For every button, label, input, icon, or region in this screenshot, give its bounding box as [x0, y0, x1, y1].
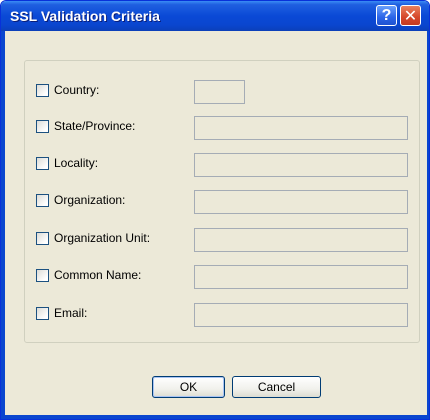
state-province-field	[194, 116, 408, 140]
country-checkbox[interactable]	[36, 84, 49, 97]
common-name-checkbox[interactable]	[36, 269, 49, 282]
ok-button[interactable]: OK	[152, 376, 225, 398]
common-name-label: Common Name:	[54, 268, 142, 282]
criteria-row-state-province: State/Province:	[36, 116, 408, 140]
cancel-button[interactable]: Cancel	[232, 376, 321, 398]
help-icon[interactable]: ?	[376, 5, 397, 26]
criteria-row-email: Email:	[36, 303, 408, 327]
criteria-row-common-name: Common Name:	[36, 265, 408, 289]
email-field	[194, 303, 408, 327]
organization-unit-checkbox[interactable]	[36, 232, 49, 245]
email-checkbox[interactable]	[36, 307, 49, 320]
locality-label: Locality:	[54, 156, 99, 170]
window-border-left	[1, 31, 5, 419]
organization-label: Organization:	[54, 193, 126, 207]
email-label: Email:	[54, 306, 88, 320]
criteria-row-locality: Locality:	[36, 153, 408, 177]
criteria-row-country: Country:	[36, 80, 408, 104]
organization-unit-field	[194, 228, 408, 252]
criteria-row-organization: Organization:	[36, 190, 408, 214]
window-title: SSL Validation Criteria	[10, 8, 160, 24]
organization-field	[194, 190, 408, 214]
window-border-bottom	[1, 415, 429, 419]
state-province-checkbox[interactable]	[36, 120, 49, 133]
criteria-row-organization-unit: Organization Unit:	[36, 228, 408, 252]
common-name-field	[194, 265, 408, 289]
organization-unit-label: Organization Unit:	[54, 231, 151, 245]
locality-field	[194, 153, 408, 177]
country-label: Country:	[54, 83, 100, 97]
organization-checkbox[interactable]	[36, 194, 49, 207]
country-field	[194, 80, 245, 104]
close-icon[interactable]: ✕	[400, 5, 421, 26]
title-bar[interactable]: SSL Validation Criteria ? ✕	[1, 1, 429, 31]
state-province-label: State/Province:	[54, 119, 136, 133]
locality-checkbox[interactable]	[36, 157, 49, 170]
